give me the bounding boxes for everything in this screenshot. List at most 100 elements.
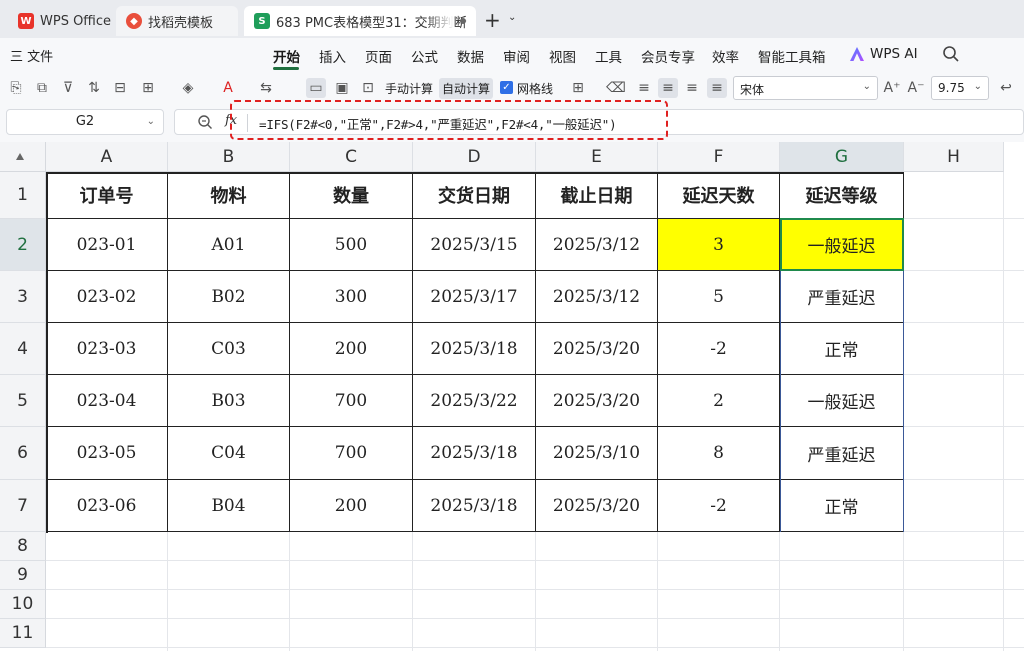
table-cell-b6[interactable]: C04 bbox=[168, 427, 290, 480]
auto-calc-button[interactable]: 自动计算 bbox=[439, 78, 494, 99]
table-cell-d7[interactable]: 2025/3/18 bbox=[413, 480, 536, 532]
menu-data[interactable]: 数据 bbox=[457, 46, 484, 66]
table-header-cell[interactable]: 数量 bbox=[290, 172, 413, 219]
table-cell-a7[interactable]: 023-06 bbox=[46, 480, 168, 532]
table-cell-d5[interactable]: 2025/3/22 bbox=[413, 375, 536, 427]
wrap-text-icon[interactable]: ⇆ bbox=[256, 78, 276, 98]
table-cell-g5[interactable]: 一般延迟 bbox=[780, 375, 904, 427]
table-cell-e3[interactable]: 2025/3/12 bbox=[536, 271, 658, 323]
menu-review[interactable]: 审阅 bbox=[503, 46, 530, 66]
table-cell-a2[interactable]: 023-01 bbox=[46, 219, 168, 271]
menu-efficiency[interactable]: 效率 bbox=[712, 46, 739, 66]
column-header-b[interactable]: B bbox=[168, 142, 290, 172]
table-header-cell[interactable]: 延迟等级 bbox=[780, 172, 904, 219]
row-header-4[interactable]: 4 bbox=[0, 323, 46, 375]
row-header-9[interactable]: 9 bbox=[0, 561, 46, 590]
spreadsheet-grid[interactable]: A B C D E F G H 1 2 3 4 5 6 7 8 9 10 11 订单号 物料 数量 交货日期 截止日期 延迟天数… bbox=[0, 142, 1024, 651]
row-header-1[interactable]: 1 bbox=[0, 172, 46, 219]
font-color-icon[interactable]: A bbox=[218, 78, 238, 98]
menu-formulas[interactable]: 公式 bbox=[411, 46, 438, 66]
paste-icon[interactable]: ⧉ bbox=[32, 78, 52, 98]
table-cell-c4[interactable]: 200 bbox=[290, 323, 413, 375]
menu-smart-toolbox[interactable]: 智能工具箱 bbox=[758, 46, 826, 66]
column-header-d[interactable]: D bbox=[413, 142, 536, 172]
table-cell-f3[interactable]: 5 bbox=[658, 271, 780, 323]
table-cell-e2[interactable]: 2025/3/12 bbox=[536, 219, 658, 271]
more-icon[interactable]: ↩ bbox=[996, 78, 1016, 98]
table-header-cell[interactable]: 交货日期 bbox=[413, 172, 536, 219]
column-header-e[interactable]: E bbox=[536, 142, 658, 172]
table-cell-a5[interactable]: 023-04 bbox=[46, 375, 168, 427]
decrease-font-icon[interactable]: A⁻ bbox=[906, 78, 926, 98]
chevron-down-icon[interactable]: ⌄ bbox=[508, 12, 516, 23]
table-cell-b7[interactable]: B04 bbox=[168, 480, 290, 532]
manual-calc-button[interactable]: 手动计算 bbox=[385, 80, 433, 97]
row-header-3[interactable]: 3 bbox=[0, 271, 46, 323]
merge-cells-icon[interactable]: ▭ bbox=[306, 78, 326, 98]
column-header-f[interactable]: F bbox=[658, 142, 780, 172]
align-center-icon[interactable]: ≡ bbox=[658, 78, 678, 98]
table-cell-b4[interactable]: C03 bbox=[168, 323, 290, 375]
align-right-icon[interactable]: ≡ bbox=[682, 78, 702, 98]
row-header-8[interactable]: 8 bbox=[0, 532, 46, 561]
new-tab-icon[interactable]: + bbox=[484, 8, 501, 32]
table-cell-g3[interactable]: 严重延迟 bbox=[780, 271, 904, 323]
tab-wps-office[interactable]: W WPS Office bbox=[8, 6, 112, 36]
table-cell-c7[interactable]: 200 bbox=[290, 480, 413, 532]
table-cell-f6[interactable]: 8 bbox=[658, 427, 780, 480]
menu-insert[interactable]: 插入 bbox=[319, 46, 346, 66]
table-cell-f7[interactable]: -2 bbox=[658, 480, 780, 532]
select-all-corner[interactable] bbox=[0, 142, 46, 172]
table-cell-g4[interactable]: 正常 bbox=[780, 323, 904, 375]
table-cell-f2[interactable]: 3 bbox=[658, 219, 780, 271]
table-cell-d6[interactable]: 2025/3/18 bbox=[413, 427, 536, 480]
menu-view[interactable]: 视图 bbox=[549, 46, 576, 66]
row-header-10[interactable]: 10 bbox=[0, 590, 46, 619]
menu-tools[interactable]: 工具 bbox=[595, 46, 622, 66]
tab-spreadsheet[interactable]: S 683 PMC表格模型31：交期判断 bbox=[244, 6, 476, 36]
table-cell-c6[interactable]: 700 bbox=[290, 427, 413, 480]
table-cell-b5[interactable]: B03 bbox=[168, 375, 290, 427]
search-icon[interactable] bbox=[942, 45, 960, 63]
table-cell-f5[interactable]: 2 bbox=[658, 375, 780, 427]
table-cell-b2[interactable]: A01 bbox=[168, 219, 290, 271]
cell-format-icon[interactable]: ▣ bbox=[332, 78, 352, 98]
borders-icon[interactable]: ⊞ bbox=[138, 78, 158, 98]
clear-format-icon[interactable]: ⌫ bbox=[606, 78, 626, 98]
gridlines-checkbox[interactable]: ✓ bbox=[500, 81, 513, 94]
row-header-5[interactable]: 5 bbox=[0, 375, 46, 427]
row-header-6[interactable]: 6 bbox=[0, 427, 46, 480]
table-header-cell[interactable]: 延迟天数 bbox=[658, 172, 780, 219]
table-cell-a4[interactable]: 023-03 bbox=[46, 323, 168, 375]
wps-ai-button[interactable]: WPS AI bbox=[850, 46, 918, 62]
row-header-11[interactable]: 11 bbox=[0, 619, 46, 648]
format-painter-icon[interactable]: ⎘ bbox=[6, 78, 26, 98]
menu-member[interactable]: 会员专享 bbox=[641, 46, 695, 66]
table-cell-a3[interactable]: 023-02 bbox=[46, 271, 168, 323]
table-cell-g2[interactable]: 一般延迟 bbox=[780, 219, 904, 271]
table-cell-b3[interactable]: B02 bbox=[168, 271, 290, 323]
increase-font-icon[interactable]: A⁺ bbox=[882, 78, 902, 98]
table-cell-c3[interactable]: 300 bbox=[290, 271, 413, 323]
sort-icon[interactable]: ⇅ bbox=[84, 78, 104, 98]
table-style-icon[interactable]: ⊞ bbox=[568, 78, 588, 98]
tab-docer-template[interactable]: ◆ 找稻壳模板 bbox=[116, 6, 238, 36]
menu-home[interactable]: 开始 bbox=[273, 46, 300, 66]
column-header-g[interactable]: G bbox=[780, 142, 904, 172]
name-box[interactable]: G2 ⌄ bbox=[6, 109, 164, 135]
menu-page[interactable]: 页面 bbox=[365, 46, 392, 66]
table-cell-f4[interactable]: -2 bbox=[658, 323, 780, 375]
font-family-select[interactable]: 宋体 ⌄ bbox=[733, 76, 878, 100]
row-header-2[interactable]: 2 bbox=[0, 219, 46, 271]
table-header-cell[interactable]: 订单号 bbox=[46, 172, 168, 219]
zoom-icon[interactable] bbox=[197, 114, 213, 130]
table-cell-e6[interactable]: 2025/3/10 bbox=[536, 427, 658, 480]
column-header-a[interactable]: A bbox=[46, 142, 168, 172]
align-left-icon[interactable]: ≡ bbox=[634, 78, 654, 98]
column-header-c[interactable]: C bbox=[290, 142, 413, 172]
table-cell-g7[interactable]: 正常 bbox=[780, 480, 904, 532]
table-header-cell[interactable]: 物料 bbox=[168, 172, 290, 219]
font-size-select[interactable]: 9.75 ⌄ bbox=[931, 76, 989, 100]
freeze-icon[interactable]: ⊟ bbox=[110, 78, 130, 98]
table-cell-d4[interactable]: 2025/3/18 bbox=[413, 323, 536, 375]
